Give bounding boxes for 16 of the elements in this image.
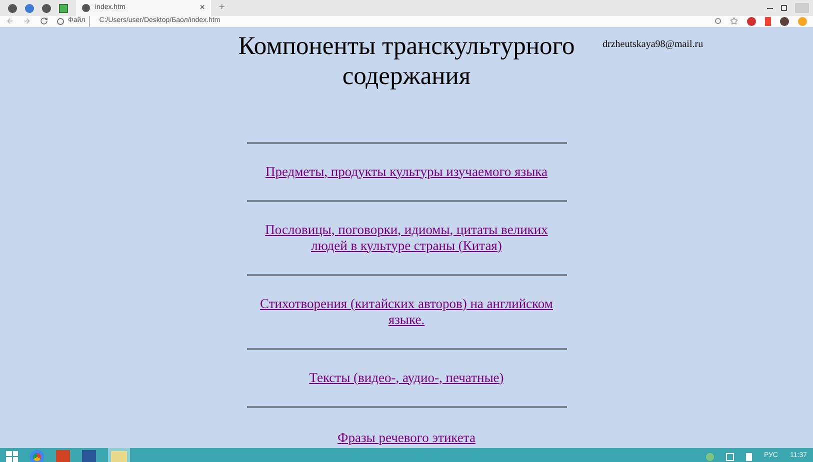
- star-icon[interactable]: [730, 17, 738, 26]
- maximize-icon[interactable]: [781, 5, 787, 11]
- page-title: Компоненты транскультурного содержания: [237, 30, 576, 90]
- back-icon[interactable]: [6, 17, 14, 26]
- new-tab-button[interactable]: +: [219, 0, 225, 16]
- reload-icon[interactable]: [40, 17, 48, 26]
- topic-link[interactable]: Предметы, продукты культуры изучаемого языка: [256, 164, 556, 180]
- windows-start-icon[interactable]: [6, 450, 18, 462]
- chrome-icon[interactable]: [30, 450, 44, 462]
- topic-link[interactable]: Фразы речевого этикета: [256, 430, 556, 446]
- forward-icon[interactable]: [23, 17, 31, 26]
- email-text: drzheutskaya98@mail.ru: [602, 38, 704, 50]
- topic-link[interactable]: Стихотворения (китайских авторов) на английском языке.: [256, 296, 556, 328]
- close-icon[interactable]: ×: [200, 1, 205, 15]
- topic-link[interactable]: Тексты (видео-, аудио-, печатные): [256, 370, 556, 386]
- topic-link[interactable]: Пословицы, поговорки, идиомы, цитаты великих людей в культуре страны (Китая): [256, 222, 556, 254]
